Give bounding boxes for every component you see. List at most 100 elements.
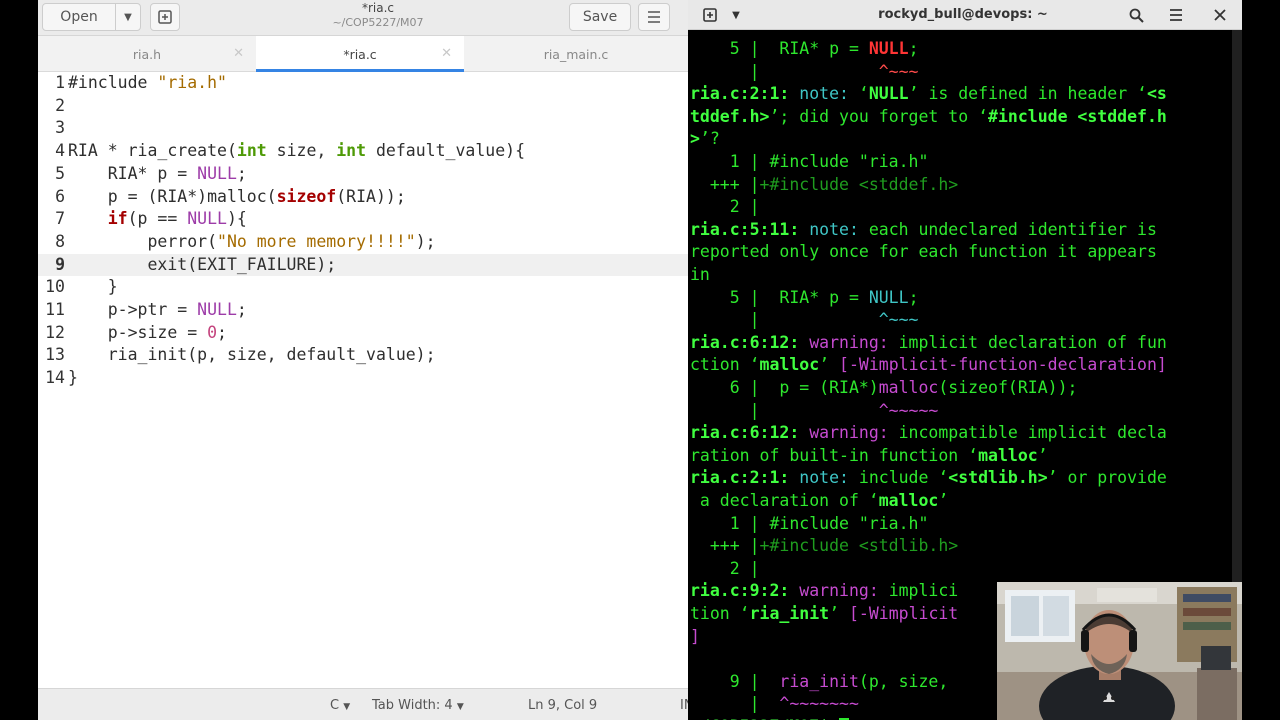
new-tab-icon [158,10,172,24]
terminal-menu-button[interactable] [1162,3,1190,27]
terminal-line: 2 | [690,196,760,219]
line-number: 5 [55,163,65,183]
code-token: p->ptr = [68,300,198,319]
terminal-text: ’ or provide [1047,468,1167,488]
save-button[interactable]: Save [569,3,631,31]
code-line[interactable]: 13 ria_init(p, size, default_value); [38,344,688,367]
language-label: C [330,698,340,713]
terminal-text: ^~~~ [878,61,919,81]
cursor-position[interactable]: Ln 9, Col 9 [528,698,597,713]
code-line[interactable]: 7 if(p == NULL){ [38,208,688,231]
terminal-line: 9 | ria_init(p, size, [690,671,958,694]
terminal-text: 5 | RIA* p = [690,39,869,58]
terminal-text: warning: [799,581,889,601]
terminal-text: <stdlib.h> [948,468,1048,488]
terminal-search-button[interactable] [1122,3,1150,27]
terminal-text: warning: [809,332,899,352]
code-text: perror("No more memory!!!!"); [68,231,436,251]
close-icon[interactable]: ✕ [441,46,452,61]
terminal-line: tion ‘ria_init’ [-Wimplicit [690,603,958,626]
tab-ria-main-c[interactable]: ria_main.c [464,36,688,72]
line-number: 13 [45,345,65,365]
code-token: ); [415,231,436,251]
chevron-down-icon: ▼ [124,11,132,23]
terminal-text: ction ‘ [690,355,760,375]
code-line[interactable]: 14} [38,367,688,390]
terminal-dropdown-button[interactable]: ▼ [726,3,746,27]
close-icon[interactable]: ✕ [233,46,244,61]
tab-label: ria.h [132,46,162,62]
terminal-text: each undeclared identifier is [868,219,1157,239]
open-button[interactable]: Open [42,3,116,31]
code-line[interactable]: 9 exit(EXIT_FAILURE); [38,253,688,277]
code-line[interactable]: 4 RIA * ria_create(int size, int default_… [38,140,688,163]
chevron-down-icon: ▼ [343,702,351,712]
code-token: size, [266,141,337,161]
code-token: NULL [197,300,237,319]
terminal-text: NULL [868,287,909,307]
code-line[interactable]: 5 RIA* p = NULL; [38,163,688,186]
code-line[interactable]: 12 p->size = 0; [38,322,688,345]
terminal-line: 2 | [690,558,760,581]
terminal-line: | ^~~~~~ [690,400,939,423]
line-number: 12 [45,322,65,342]
webcam-video-image [997,582,1243,720]
editor-menu-button[interactable] [638,3,670,31]
terminal-text: ria.c:2:1: [690,84,800,104]
terminal-text: #include <stddef.h [988,106,1167,126]
tab-ria-c[interactable]: *ria.c ✕ [256,36,464,72]
terminal-close-button[interactable] [1206,3,1234,27]
code-line[interactable]: 3 [38,117,688,140]
webcam-overlay [997,582,1243,720]
code-token: sizeof [276,186,337,206]
terminal-line: | ^~~~~~~~ [690,693,859,716]
terminal-text: | [690,310,879,330]
terminal-text: tddef.h> [690,106,770,126]
code-token: default_value){ [366,141,526,161]
terminal-text: NULL [868,84,909,104]
code-editor-area[interactable]: 1 #include "ria.h" 2 3 4 RIA * ria_create(int… [38,72,688,688]
new-document-button[interactable] [150,3,180,31]
terminal-line: >’? [690,128,720,151]
code-text: #include "ria.h" [68,73,227,92]
tab-ria-h[interactable]: ria.h ✕ [38,36,256,72]
terminal-text: ] [690,626,700,646]
terminal-text: ria_init [749,604,830,623]
language-selector[interactable]: C ▼ [330,698,350,713]
terminal-text: ria.c:6:12: [690,332,810,352]
code-line[interactable]: 8 perror("No more memory!!!!"); [38,231,688,254]
insert-mode-indicator: INS [680,698,688,713]
code-line[interactable]: 6 p = (RIA*)malloc(sizeof(RIA)); [38,186,688,209]
code-token: NULL [197,163,237,183]
terminal-line: 5 | RIA* p = NULL; [690,287,919,310]
code-token: RIA* p = [68,163,198,183]
terminal-prompt-line[interactable]: ~/COP5227/M07$ [690,716,850,720]
terminal-text: implicit declaration of fun [898,332,1167,352]
code-token: int [336,141,367,161]
terminal-line: ria.c:6:12: warning: implicit declaratio… [690,332,1167,355]
code-token: p->size = [68,322,208,342]
code-token: 0 [207,322,218,342]
code-line[interactable]: 1 #include "ria.h" [38,72,688,95]
code-token: ; [217,322,227,342]
code-line[interactable]: 10 } [38,276,688,299]
terminal-text: malloc [878,378,939,397]
code-line[interactable]: 11 p->ptr = NULL; [38,299,688,322]
line-number: 9 [55,254,65,274]
code-token: perror( [68,231,218,251]
terminal-new-tab-button[interactable] [696,3,724,27]
terminal-text: | [690,61,879,81]
line-number: 14 [45,368,65,388]
terminal-text: ria.c:6:12: [690,423,810,443]
code-text: p->size = 0; [68,323,227,342]
terminal-line: ria.c:9:2: warning: implici [690,580,958,603]
open-button-label: Open [60,9,98,25]
code-line[interactable]: 2 [38,95,688,118]
terminal-text: +#include <stddef.h> [759,174,959,194]
terminal-text: ; [908,39,919,58]
code-token: "ria.h" [157,73,227,92]
line-number: 8 [55,231,65,251]
tab-width-selector[interactable]: Tab Width: 4 ▼ [372,698,464,713]
open-dropdown-button[interactable]: ▼ [115,3,141,31]
terminal-text: note: [799,84,859,104]
